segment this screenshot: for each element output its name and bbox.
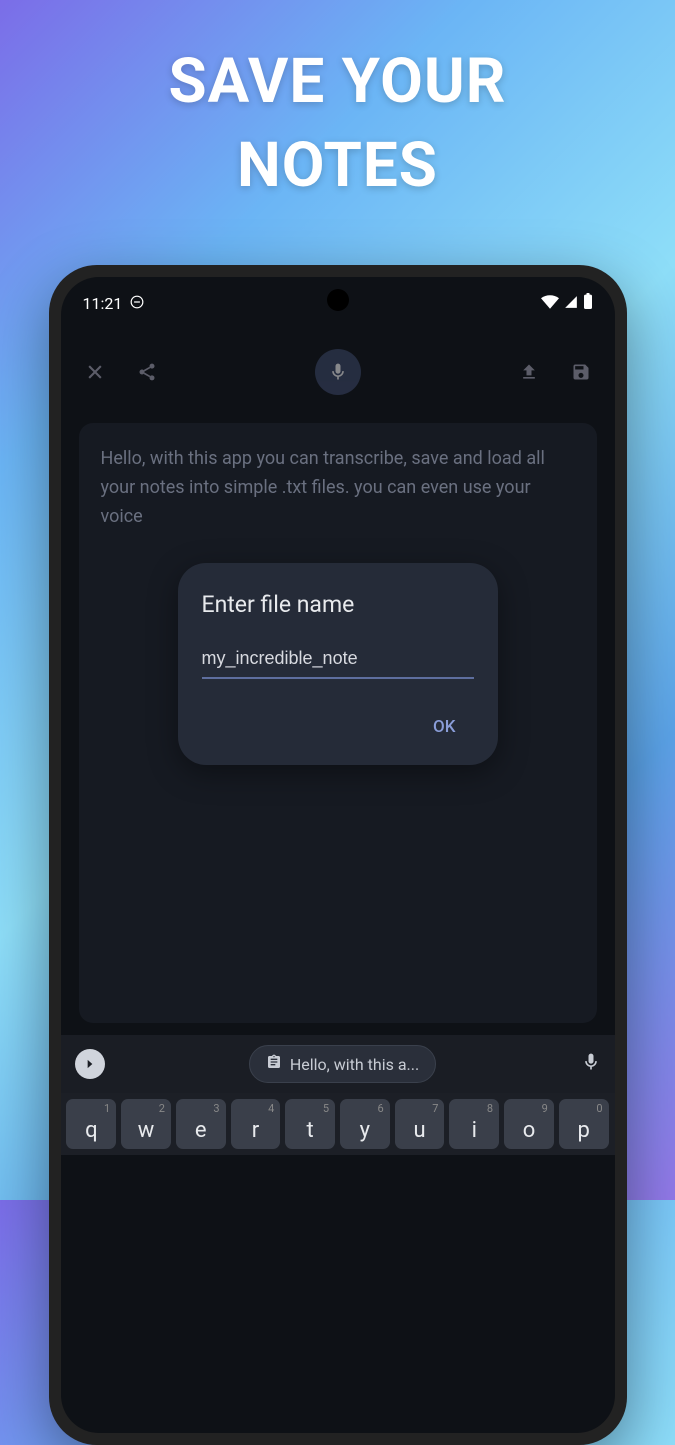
promo-title-line2: NOTES — [0, 124, 675, 208]
phone-frame: 11:21 — [49, 265, 627, 1445]
key-t[interactable]: t5 — [285, 1099, 335, 1149]
key-o[interactable]: o9 — [504, 1099, 554, 1149]
dnd-icon — [130, 294, 144, 313]
key-alt-num: 3 — [213, 1102, 219, 1115]
keyboard-suggestion-bar: Hello, with this a... — [61, 1035, 615, 1093]
close-icon[interactable] — [83, 360, 107, 384]
promo-title-line1: SAVE YOUR — [0, 40, 675, 124]
key-alt-num: 9 — [542, 1102, 548, 1115]
keyboard: q1w2e3r4t5y6u7i8o9p0 — [61, 1093, 615, 1155]
key-alt-num: 5 — [323, 1102, 329, 1115]
filename-input[interactable] — [202, 648, 474, 669]
save-icon[interactable] — [569, 360, 593, 384]
dialog-input-wrap — [202, 648, 474, 679]
note-area[interactable]: Hello, with this app you can transcribe,… — [79, 423, 597, 1023]
key-p[interactable]: p0 — [559, 1099, 609, 1149]
keyboard-row-1: q1w2e3r4t5y6u7i8o9p0 — [67, 1099, 609, 1149]
note-text: Hello, with this app you can transcribe,… — [101, 445, 575, 531]
upload-icon[interactable] — [517, 360, 541, 384]
expand-arrow-icon[interactable] — [75, 1049, 105, 1079]
key-alt-num: 0 — [596, 1102, 602, 1115]
save-dialog: Enter file name OK — [178, 563, 498, 765]
key-alt-num: 4 — [268, 1102, 274, 1115]
app-toolbar — [61, 321, 615, 411]
key-i[interactable]: i8 — [449, 1099, 499, 1149]
camera-cutout — [327, 289, 349, 311]
promo-title: SAVE YOUR NOTES — [0, 0, 675, 207]
microphone-button[interactable] — [315, 349, 361, 395]
share-icon[interactable] — [135, 360, 159, 384]
dialog-title: Enter file name — [202, 591, 474, 618]
key-alt-num: 1 — [104, 1102, 110, 1115]
key-q[interactable]: q1 — [66, 1099, 116, 1149]
clipboard-icon — [266, 1054, 282, 1074]
clipboard-suggestion-chip[interactable]: Hello, with this a... — [249, 1045, 436, 1083]
key-alt-num: 2 — [159, 1102, 165, 1115]
key-alt-num: 6 — [378, 1102, 384, 1115]
key-r[interactable]: r4 — [231, 1099, 281, 1149]
key-alt-num: 8 — [487, 1102, 493, 1115]
ok-button[interactable]: OK — [415, 709, 473, 745]
key-u[interactable]: u7 — [395, 1099, 445, 1149]
key-e[interactable]: e3 — [176, 1099, 226, 1149]
key-w[interactable]: w2 — [121, 1099, 171, 1149]
key-y[interactable]: y6 — [340, 1099, 390, 1149]
phone-screen: 11:21 — [61, 277, 615, 1433]
status-time: 11:21 — [83, 294, 123, 313]
keyboard-mic-icon[interactable] — [581, 1052, 601, 1076]
wifi-icon — [541, 294, 559, 313]
suggestion-text: Hello, with this a... — [290, 1055, 419, 1074]
key-alt-num: 7 — [432, 1102, 438, 1115]
signal-icon — [563, 294, 579, 313]
battery-icon — [583, 293, 593, 313]
